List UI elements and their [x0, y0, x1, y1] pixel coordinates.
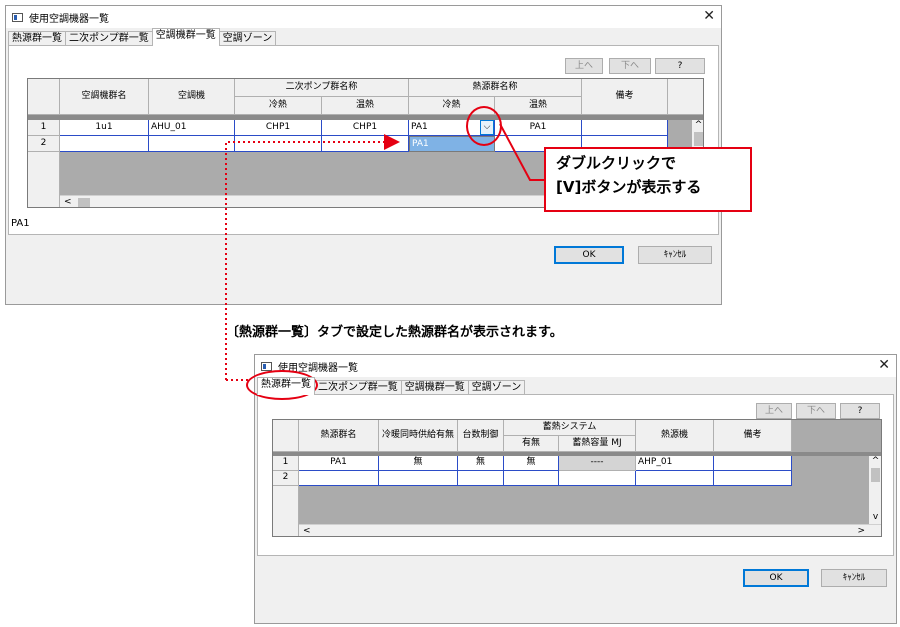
dotted-arrow-to-dropdown	[225, 134, 400, 380]
annotation-arrows	[225, 123, 544, 381]
callout-pointer	[499, 123, 544, 181]
tab-ahu-groups[interactable]: 空調機群一覧	[151, 28, 220, 46]
tab-heat-source-groups[interactable]: 熱源群一覧	[257, 377, 315, 395]
